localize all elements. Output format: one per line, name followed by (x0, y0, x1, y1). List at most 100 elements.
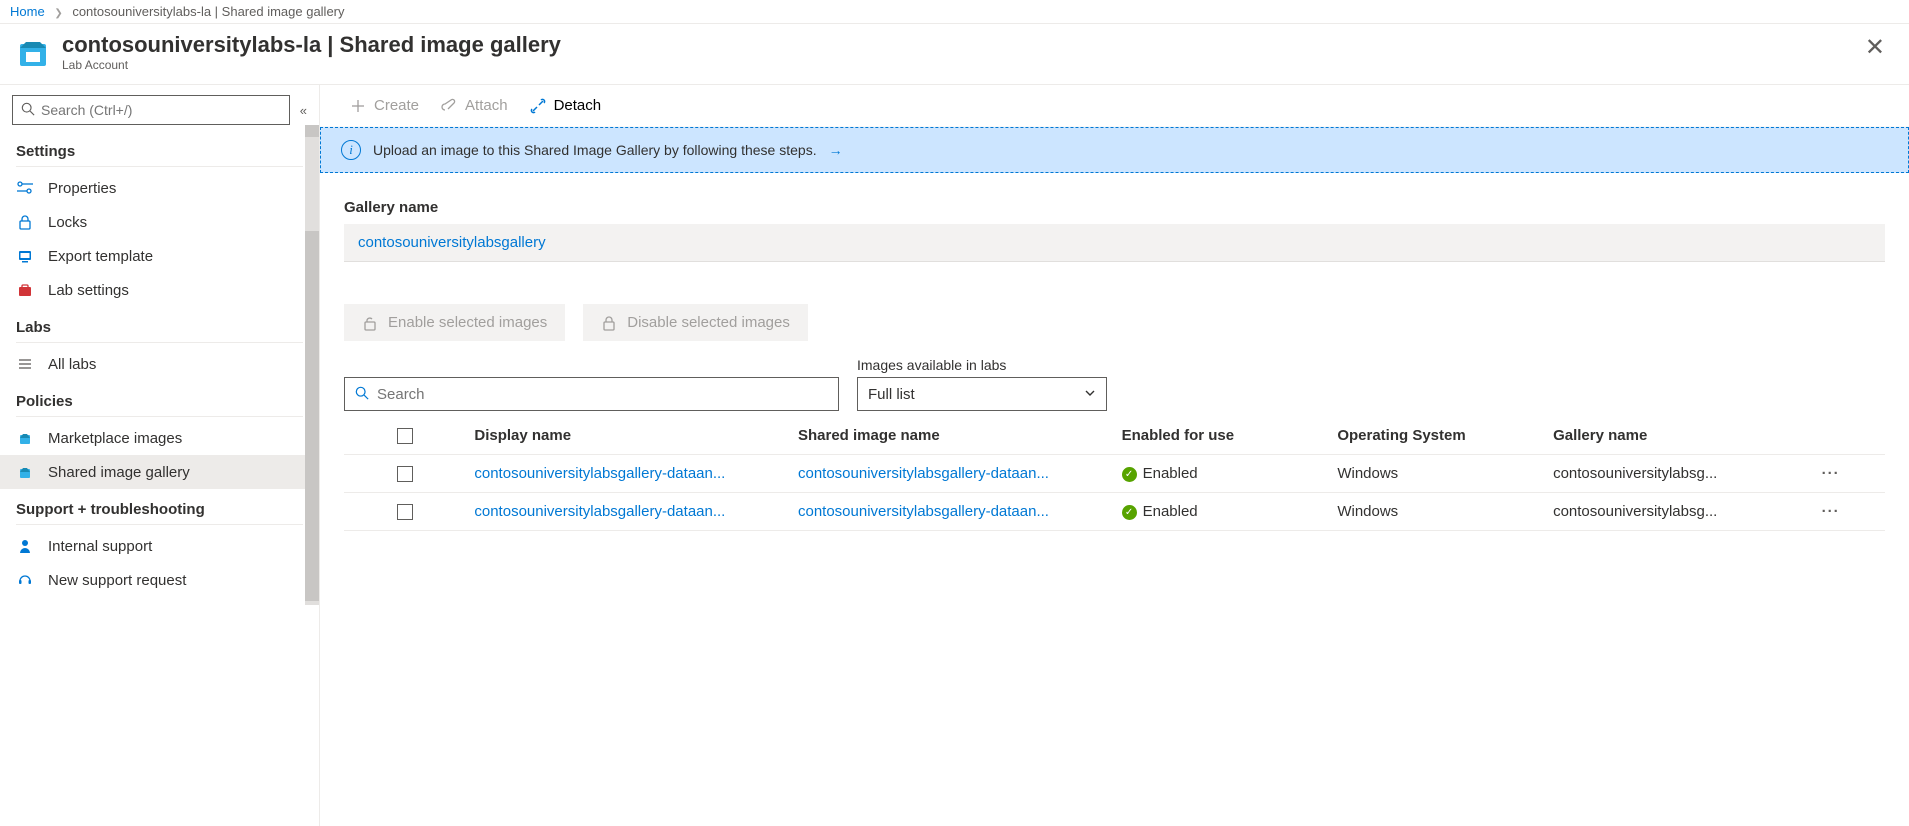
sidebar-item-internal-support[interactable]: Internal support (0, 529, 319, 563)
select-all-checkbox[interactable] (397, 428, 413, 444)
col-enabled[interactable]: Enabled for use (1114, 417, 1330, 455)
row-menu-button[interactable]: ··· (1776, 493, 1885, 531)
col-os[interactable]: Operating System (1329, 417, 1545, 455)
sidebar-item-label: Lab settings (48, 282, 129, 299)
create-button[interactable]: Create (340, 91, 429, 120)
sidebar-item-new-support-request[interactable]: New support request (0, 563, 319, 597)
chevron-right-icon: ❯ (54, 8, 62, 19)
cell-os: Windows (1329, 455, 1545, 493)
sidebar-item-label: Shared image gallery (48, 464, 190, 481)
list-icon (16, 355, 34, 373)
image-search-input[interactable] (377, 386, 828, 403)
gallery-name-label: Gallery name (344, 199, 1885, 216)
sidebar-item-lab-settings[interactable]: Lab settings (0, 273, 319, 307)
images-table: Display name Shared image name Enabled f… (344, 417, 1885, 531)
support-icon (16, 537, 34, 555)
plus-icon (350, 98, 366, 114)
cell-shared-image-name[interactable]: contosouniversitylabsgallery-dataan... (790, 493, 1114, 531)
sidebar-item-properties[interactable]: Properties (0, 171, 319, 205)
lock-icon (601, 315, 617, 331)
info-icon: i (341, 140, 361, 160)
sidebar-item-locks[interactable]: Locks (0, 205, 319, 239)
row-menu-button[interactable]: ··· (1776, 455, 1885, 493)
sidebar-search[interactable] (12, 95, 290, 125)
toolbar-label: Detach (554, 97, 602, 114)
banner-text: Upload an image to this Shared Image Gal… (373, 142, 817, 158)
briefcase-icon (16, 281, 34, 299)
cell-display-name[interactable]: contosouniversitylabsgallery-dataan... (466, 493, 790, 531)
cell-gallery: contosouniversitylabsg... (1545, 455, 1776, 493)
table-row[interactable]: contosouniversitylabsgallery-dataan... c… (344, 493, 1885, 531)
image-search[interactable] (344, 377, 839, 411)
cell-gallery: contosouniversitylabsg... (1545, 493, 1776, 531)
page-header: contosouniversitylabs-la | Shared image … (0, 24, 1909, 85)
sidebar-item-shared-image-gallery[interactable]: Shared image gallery (0, 455, 319, 489)
sidebar-item-label: Properties (48, 180, 116, 197)
detach-icon (530, 98, 546, 114)
sidebar-section-settings: Settings (0, 131, 319, 166)
unlock-icon (362, 315, 378, 331)
detach-button[interactable]: Detach (520, 91, 612, 120)
toolbar-label: Create (374, 97, 419, 114)
sidebar: « Settings Properties Locks Export templ… (0, 85, 320, 826)
sidebar-item-label: Locks (48, 214, 87, 231)
sidebar-item-label: Marketplace images (48, 430, 182, 447)
dropdown-label: Images available in labs (857, 357, 1107, 373)
cell-os: Windows (1329, 493, 1545, 531)
col-shared-image-name[interactable]: Shared image name (790, 417, 1114, 455)
table-row[interactable]: contosouniversitylabsgallery-dataan... c… (344, 455, 1885, 493)
dropdown-value: Full list (868, 386, 915, 403)
bag-icon (16, 463, 34, 481)
enable-selected-button[interactable]: Enable selected images (344, 304, 565, 341)
breadcrumb-current: contosouniversitylabs-la | Shared image … (72, 4, 344, 19)
gallery-name-value[interactable]: contosouniversitylabsgallery (344, 224, 1885, 262)
search-icon (355, 386, 369, 403)
sidebar-section-support: Support + troubleshooting (0, 489, 319, 524)
sidebar-item-label: Internal support (48, 538, 152, 555)
cell-shared-image-name[interactable]: contosouniversitylabsgallery-dataan... (790, 455, 1114, 493)
main-content: Create Attach Detach i Upload an image t… (320, 85, 1909, 826)
cell-display-name[interactable]: contosouniversitylabsgallery-dataan... (466, 455, 790, 493)
attach-icon (441, 98, 457, 114)
sidebar-item-label: New support request (48, 572, 186, 589)
images-filter-dropdown[interactable]: Full list (857, 377, 1107, 411)
settings-icon (16, 179, 34, 197)
cell-enabled: ✓Enabled (1114, 455, 1330, 493)
sidebar-section-policies: Policies (0, 381, 319, 416)
bag-icon (16, 429, 34, 447)
toolbar-label: Attach (465, 97, 508, 114)
button-label: Disable selected images (627, 314, 790, 331)
col-display-name[interactable]: Display name (466, 417, 790, 455)
close-button[interactable]: ✕ (1857, 32, 1893, 64)
lab-account-icon (16, 36, 50, 70)
button-label: Enable selected images (388, 314, 547, 331)
check-icon: ✓ (1122, 505, 1137, 520)
export-icon (16, 247, 34, 265)
scrollbar[interactable] (305, 125, 319, 605)
row-checkbox[interactable] (397, 466, 413, 482)
chevron-down-icon (1084, 386, 1096, 403)
attach-button[interactable]: Attach (431, 91, 518, 120)
lock-icon (16, 213, 34, 231)
check-icon: ✓ (1122, 467, 1137, 482)
page-title: contosouniversitylabs-la | Shared image … (62, 32, 1857, 58)
info-banner[interactable]: i Upload an image to this Shared Image G… (320, 127, 1909, 173)
breadcrumb-home[interactable]: Home (10, 4, 45, 19)
headset-icon (16, 571, 34, 589)
cell-enabled: ✓Enabled (1114, 493, 1330, 531)
sidebar-item-label: Export template (48, 248, 153, 265)
sidebar-item-all-labs[interactable]: All labs (0, 347, 319, 381)
breadcrumb: Home ❯ contosouniversitylabs-la | Shared… (0, 0, 1909, 24)
sidebar-item-label: All labs (48, 356, 96, 373)
disable-selected-button[interactable]: Disable selected images (583, 304, 808, 341)
sidebar-section-labs: Labs (0, 307, 319, 342)
row-checkbox[interactable] (397, 504, 413, 520)
toolbar: Create Attach Detach (320, 85, 1909, 127)
sidebar-item-marketplace-images[interactable]: Marketplace images (0, 421, 319, 455)
arrow-right-icon: → (829, 142, 843, 158)
collapse-sidebar-button[interactable]: « (300, 103, 307, 118)
sidebar-item-export-template[interactable]: Export template (0, 239, 319, 273)
sidebar-search-input[interactable] (41, 102, 281, 118)
search-icon (21, 102, 35, 119)
col-gallery[interactable]: Gallery name (1545, 417, 1776, 455)
